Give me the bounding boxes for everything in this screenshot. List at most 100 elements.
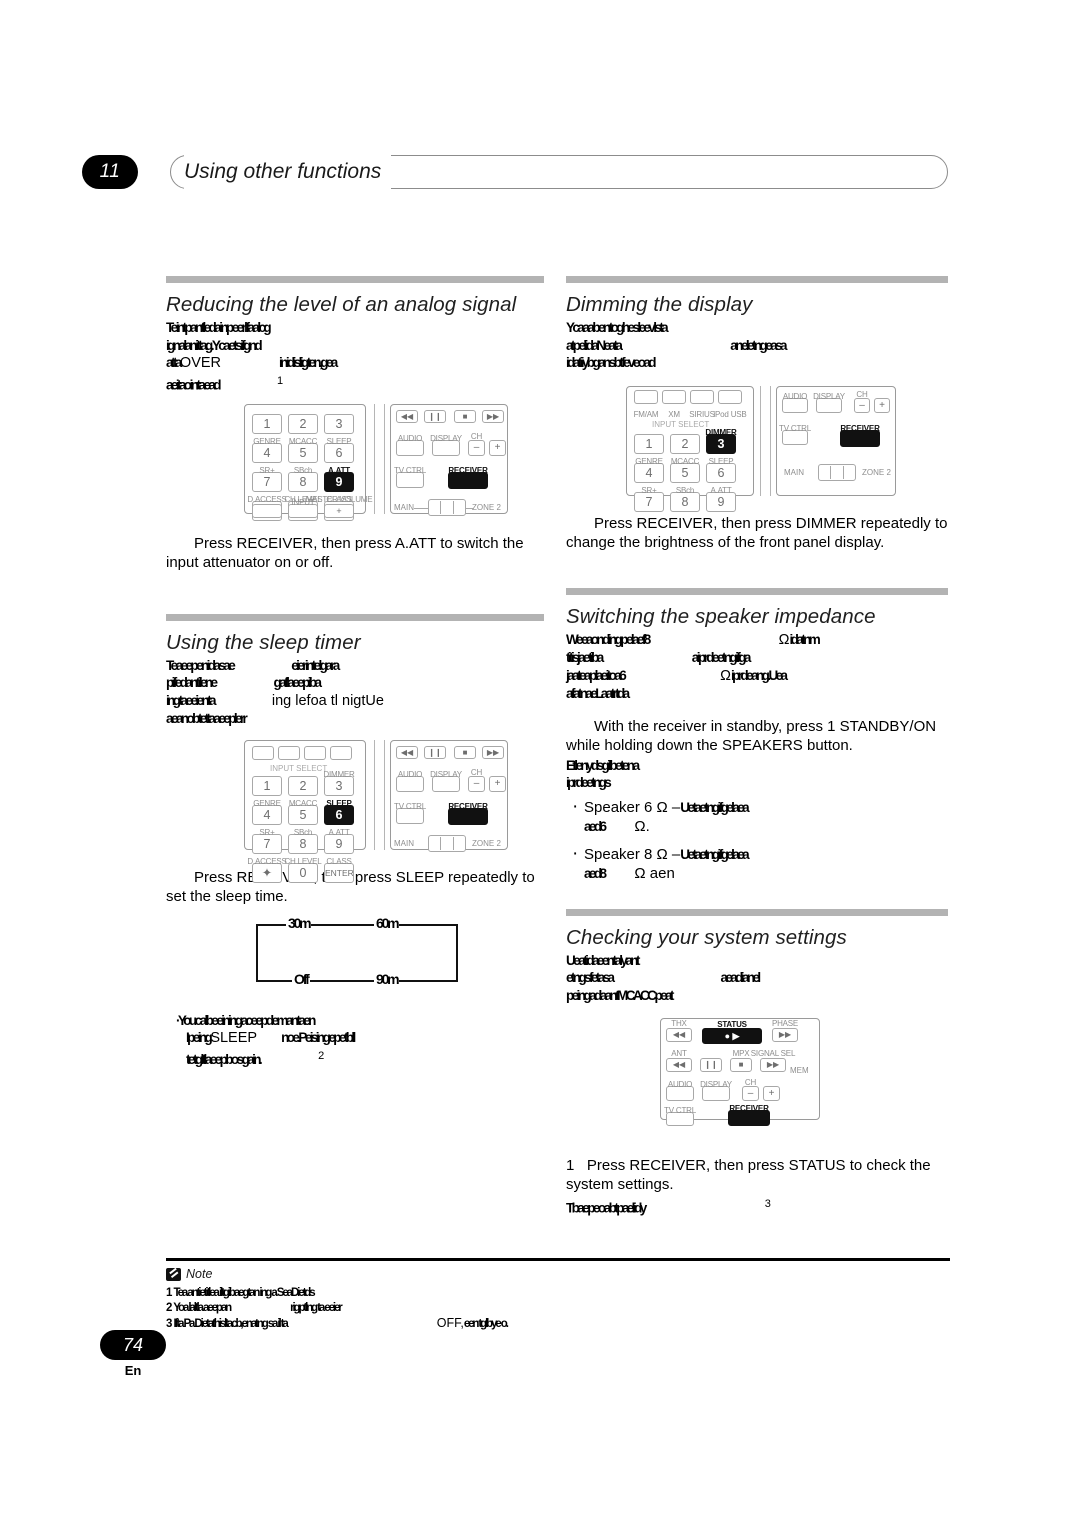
section-title-system: Checking your system settings: [566, 925, 847, 949]
key-5[interactable]: MCACC 5: [288, 799, 318, 825]
key-tv-ctrl[interactable]: TV CTRL: [394, 802, 426, 824]
key-receiver-highlighted[interactable]: RECEIVER: [448, 466, 488, 489]
key-pause[interactable]: ❙❙: [424, 409, 446, 423]
key-9[interactable]: A.ATT 9: [324, 828, 354, 854]
key-mpx[interactable]: MPX ■: [730, 1049, 752, 1072]
key-7[interactable]: SR+ 7: [634, 486, 664, 512]
key-fm-am[interactable]: FM/AM: [634, 389, 659, 419]
key-2[interactable]: 2: [288, 775, 318, 796]
main-zone-switch[interactable]: [818, 463, 856, 481]
key-4[interactable]: GENRE 4: [252, 437, 282, 463]
key-2[interactable]: 2: [288, 413, 318, 434]
key-label-srplus: SR+: [259, 827, 275, 837]
key-audio[interactable]: AUDIO: [782, 392, 808, 413]
key-label-receiver: RECEIVER: [448, 465, 488, 475]
key-tv-ctrl[interactable]: TV CTRL: [664, 1106, 696, 1126]
key-0[interactable]: CH LEVEL0: [284, 857, 322, 883]
key-3[interactable]: DIMMER 3: [323, 770, 355, 796]
key-ch-minus[interactable]: CH –: [468, 768, 485, 792]
key-ant[interactable]: ANT ◀◀: [666, 1049, 692, 1072]
key-1[interactable]: 1: [634, 433, 664, 454]
remote-keypad: 1 2 DIMMER 3 GENRE 4 MCACC 5 SLEEP 6 SR+ 7 SB…: [247, 770, 355, 883]
key-receiver-highlighted[interactable]: RECEIVER: [840, 424, 880, 447]
key-8[interactable]: SBch 8: [288, 828, 318, 854]
key-label-mcacc: MCACC: [288, 436, 318, 446]
main-zone-switch[interactable]: [428, 834, 466, 852]
key-9-aatt-highlighted[interactable]: A.ATT 9: [324, 466, 354, 492]
key-label-genre: GENRE: [253, 798, 281, 808]
key-input[interactable]: INPUT: [288, 498, 318, 518]
key-signal-sel[interactable]: SIGNAL SEL ▶▶: [751, 1049, 795, 1072]
key-ch-minus[interactable]: CH –: [468, 432, 485, 456]
key-sirius[interactable]: SIRIUS: [689, 389, 715, 419]
key-fm-am[interactable]: [252, 745, 274, 760]
key-1[interactable]: 1: [252, 775, 282, 796]
note-number: 2: [166, 1302, 173, 1314]
key-9[interactable]: A.ATT 9: [706, 486, 736, 512]
key-next-track[interactable]: ▶▶: [482, 409, 504, 423]
key-stop[interactable]: ■: [454, 745, 476, 759]
key-master-volume-plus[interactable]: MASTER VOLUME +: [306, 495, 373, 518]
key-6[interactable]: SLEEP 6: [706, 457, 736, 483]
key-audio[interactable]: AUDIO: [396, 770, 424, 792]
key-stop[interactable]: ■: [454, 409, 476, 423]
key-6[interactable]: SLEEP 6: [324, 437, 354, 463]
key-ch-plus[interactable]: +: [874, 397, 890, 413]
key-5[interactable]: MCACC 5: [670, 457, 700, 483]
key-7[interactable]: SR+ 7: [252, 828, 282, 854]
bullet-speaker-8ohm: Speaker 8 Ω –Ue taetng ifgelaea aed8 Ω ae…: [572, 844, 948, 883]
key-xm[interactable]: [278, 745, 300, 760]
key-ch-plus[interactable]: +: [489, 775, 506, 792]
key-receiver-highlighted[interactable]: RECEIVER: [728, 1104, 770, 1126]
key-5[interactable]: MCACC 5: [288, 437, 318, 463]
key-3[interactable]: 3: [324, 413, 354, 434]
key-label-receiver: RECEIVER: [448, 801, 488, 811]
bullet-garbled2: aed6: [584, 818, 607, 834]
key-8[interactable]: SBch 8: [670, 486, 700, 512]
key-thx[interactable]: THX ◀◀: [666, 1019, 692, 1042]
intro-line: aeitao in ta ead: [166, 377, 222, 392]
system-tail: Tbae peo a btpael idy 3: [566, 1196, 948, 1217]
key-audio[interactable]: AUDIO: [396, 434, 424, 456]
key-direct-access[interactable]: D.ACCESS✦: [247, 857, 287, 883]
sub-line: Etlenydsgilbeten a: [566, 757, 640, 773]
key-ipod-usb[interactable]: [330, 745, 352, 760]
key-display[interactable]: DISPLAY: [700, 1080, 732, 1101]
key-label-daccess: D.ACCESS: [247, 856, 287, 866]
key-receiver-highlighted[interactable]: RECEIVER: [448, 802, 488, 825]
key-4[interactable]: GENRE 4: [634, 457, 664, 483]
key-xm[interactable]: XM: [662, 389, 686, 419]
key-1[interactable]: 1: [252, 413, 282, 434]
key-tv-ctrl[interactable]: TV CTRL: [394, 466, 426, 488]
key-display[interactable]: DISPLAY: [430, 770, 462, 792]
key-audio[interactable]: AUDIO: [666, 1080, 694, 1101]
main-zone-switch[interactable]: [428, 498, 466, 516]
key-ch-plus[interactable]: +: [489, 439, 506, 456]
key-ch-minus[interactable]: CH –: [854, 390, 870, 413]
key-prev-track[interactable]: ◀◀: [396, 409, 418, 423]
key-ipod-usb[interactable]: iPod USB: [713, 389, 747, 419]
key-sirius[interactable]: [304, 745, 326, 760]
key-phase[interactable]: PHASE ▶▶: [772, 1019, 798, 1042]
key-7[interactable]: SR+ 7: [252, 466, 282, 492]
key-ch-minus[interactable]: CH –: [742, 1078, 759, 1101]
key-enter[interactable]: CLASSENTER: [324, 857, 354, 883]
key-pause[interactable]: ❙❙: [424, 745, 446, 759]
key-4[interactable]: GENRE 4: [252, 799, 282, 825]
sub-line: iprde etngs: [566, 775, 612, 790]
key-display[interactable]: DISPLAY: [813, 392, 845, 413]
key-status-highlighted[interactable]: STATUS ● ▶: [702, 1020, 762, 1044]
key-standby[interactable]: [252, 503, 282, 518]
intro-line: etngsfetasa: [566, 970, 615, 985]
key-3-dimmer-highlighted[interactable]: DIMMER 3: [705, 428, 737, 454]
key-next-track[interactable]: ▶▶: [482, 745, 504, 759]
key-ch-plus[interactable]: +: [763, 1086, 780, 1101]
key-8[interactable]: SBch 8: [288, 466, 318, 492]
key-pause[interactable]: ❙❙: [700, 1058, 722, 1072]
key-label-receiver: RECEIVER: [840, 423, 880, 433]
key-6-sleep-highlighted[interactable]: SLEEP 6: [324, 799, 354, 825]
key-2[interactable]: 2: [670, 433, 700, 454]
key-tv-ctrl[interactable]: TV CTRL: [779, 424, 811, 445]
key-display[interactable]: DISPLAY: [430, 434, 462, 456]
key-prev-track[interactable]: ◀◀: [396, 745, 418, 759]
